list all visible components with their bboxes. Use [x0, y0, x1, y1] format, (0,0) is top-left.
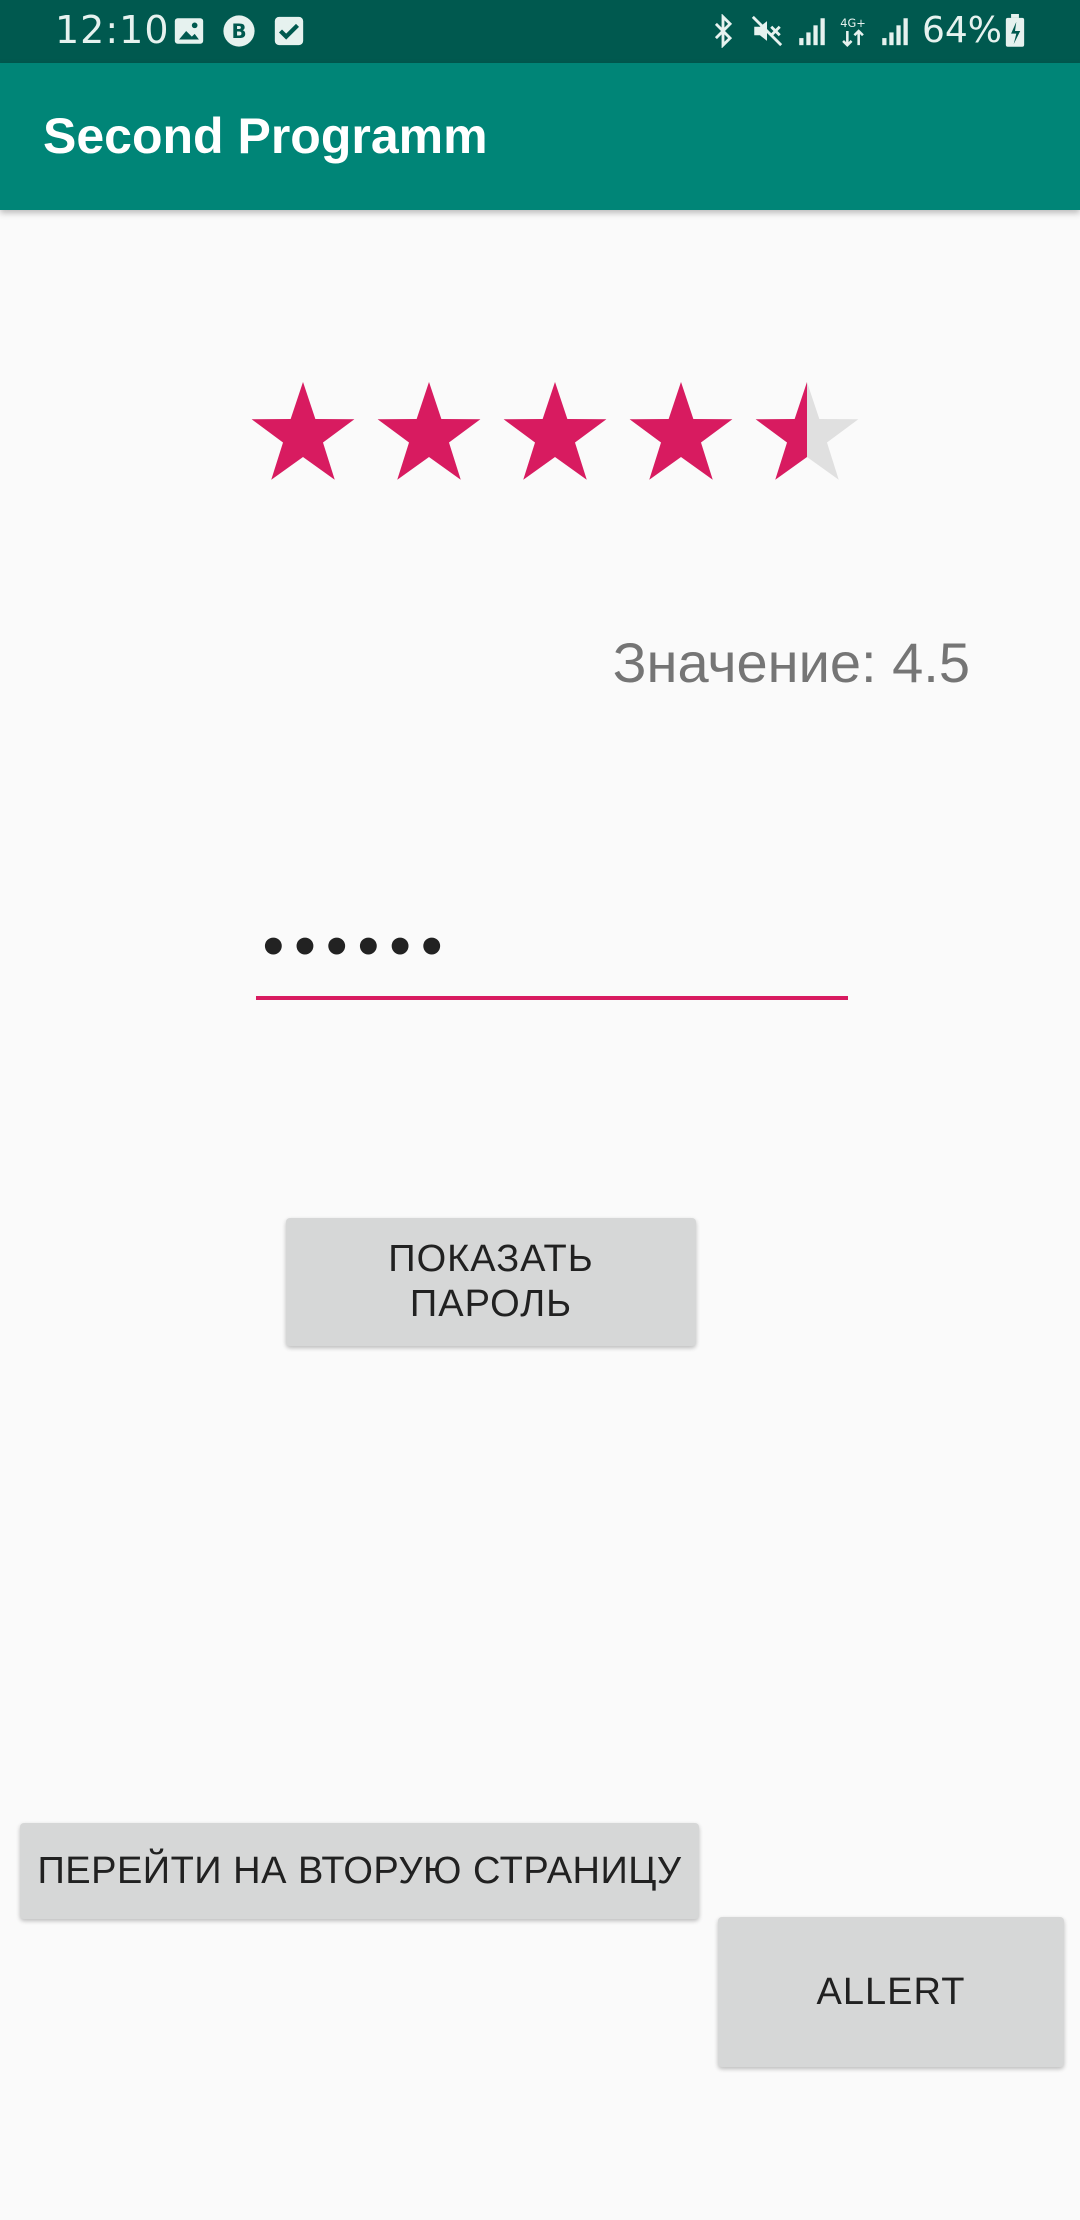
rating-value-text: Значение: 4.5 — [612, 631, 970, 694]
password-underline — [256, 996, 848, 1000]
image-icon — [172, 14, 206, 48]
svg-text:4G+: 4G+ — [840, 16, 865, 30]
show-password-button[interactable]: ПОКАЗАТЬ ПАРОЛЬ — [286, 1218, 696, 1346]
signal-icon-2 — [878, 14, 912, 48]
battery-percent: 64% — [922, 10, 1003, 51]
rating-stars[interactable] — [248, 380, 868, 490]
rating-bar[interactable] — [248, 380, 868, 490]
status-time: 12:10 — [55, 8, 170, 52]
star-2-filled[interactable] — [377, 382, 481, 480]
vk-icon: B — [222, 14, 256, 48]
check-icon — [272, 14, 306, 48]
go-to-second-page-button[interactable]: ПЕРЕЙТИ НА ВТОРУЮ СТРАНИЦУ — [20, 1823, 699, 1919]
svg-text:B: B — [231, 20, 246, 43]
bluetooth-icon — [706, 14, 740, 48]
status-bar: 12:10 B 4G+ 64% — [0, 0, 1080, 63]
alert-button[interactable]: ALLERT — [718, 1917, 1064, 2067]
battery-charging-icon — [1002, 14, 1028, 48]
signal-icon — [795, 14, 829, 48]
mute-icon — [750, 14, 784, 48]
password-field[interactable]: •••••• — [256, 920, 848, 1000]
screen: 12:10 B 4G+ 64% Second Programm Значение… — [0, 0, 1080, 2220]
star-1-filled[interactable] — [251, 382, 355, 480]
star-3-filled[interactable] — [503, 382, 607, 480]
star-5-filled[interactable] — [755, 382, 859, 480]
app-bar: Second Programm — [0, 63, 1080, 210]
password-value[interactable]: •••••• — [258, 920, 448, 976]
star-4-filled[interactable] — [629, 382, 733, 480]
app-title: Second Programm — [43, 108, 488, 164]
signal-4g-icon: 4G+ — [836, 14, 870, 48]
